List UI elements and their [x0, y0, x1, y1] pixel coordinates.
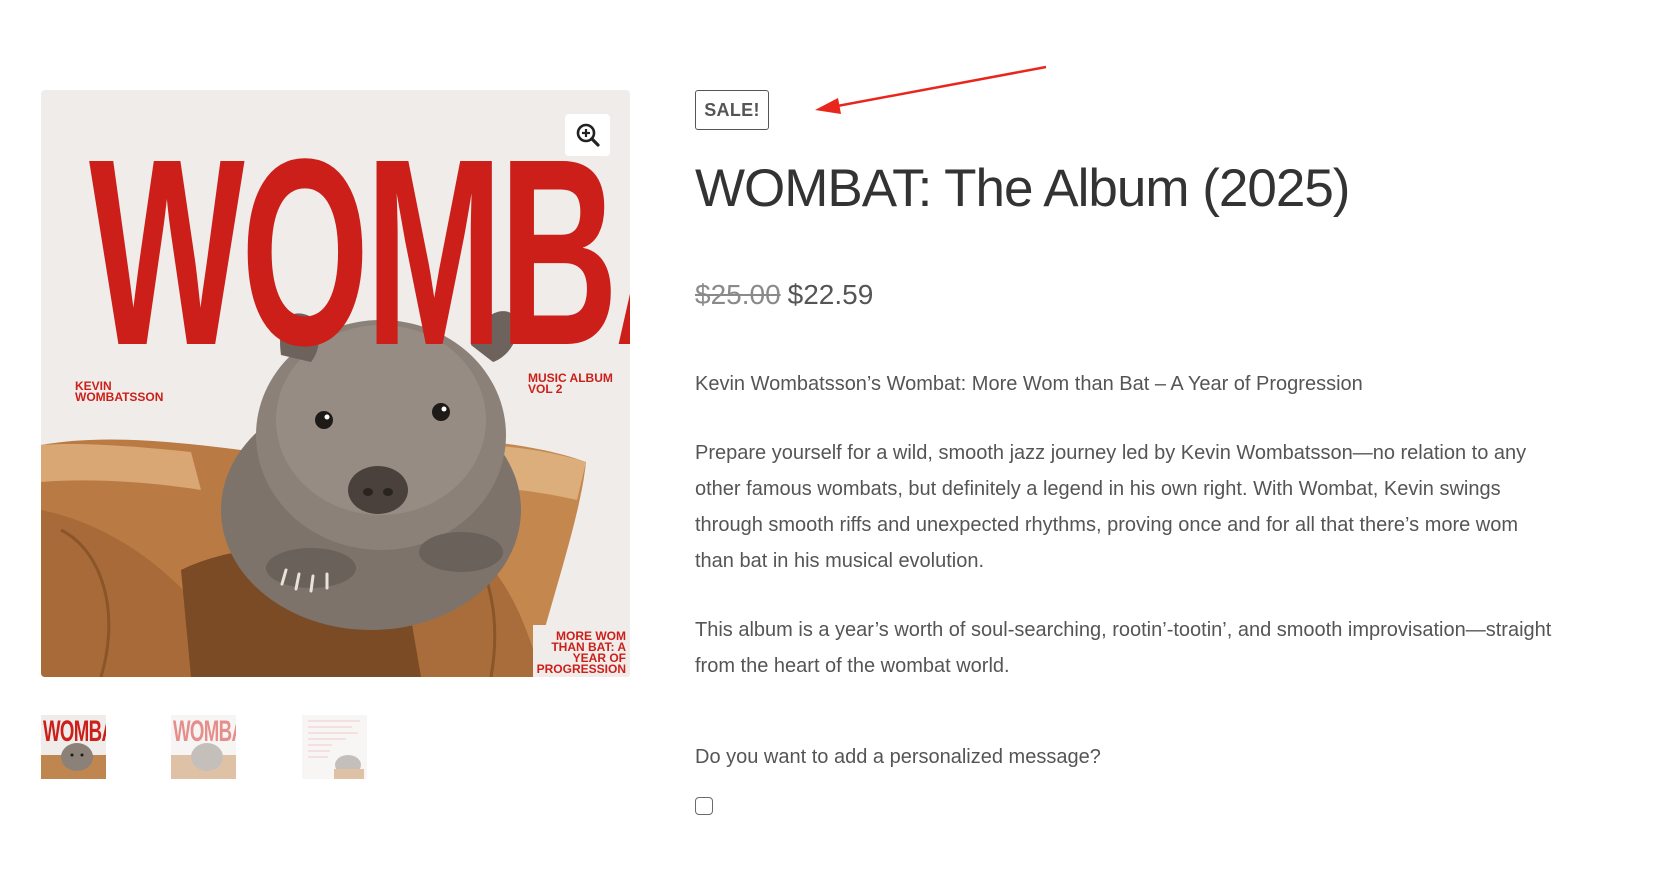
product-title: WOMBAT: The Album (2025) — [695, 159, 1350, 218]
zoom-button[interactable] — [565, 114, 610, 156]
addon-label: Do you want to add a personalized messag… — [695, 746, 1101, 768]
thumbnail-title: WOMBAT — [173, 715, 236, 748]
thumbnail-title: WOMBAT — [43, 715, 106, 748]
cover-title: WOMBAT — [89, 104, 630, 401]
thumbnail-3[interactable] — [302, 715, 367, 779]
description-intro: Kevin Wombatsson’s Wombat: More Wom than… — [695, 373, 1363, 395]
regular-price: $25.00 — [695, 279, 781, 310]
cover-volume: MUSIC ALBUM VOL 2 — [528, 371, 613, 396]
personalized-message-checkbox[interactable] — [695, 797, 713, 815]
description-paragraph-1: Prepare yourself for a wild, smooth jazz… — [695, 442, 1527, 572]
sale-price: $22.59 — [787, 279, 874, 310]
thumbnail-2[interactable]: WOMBAT — [171, 715, 236, 779]
thumbnail-image — [308, 720, 364, 779]
product-main-image[interactable]: WOMBAT KEVIN WOMBATSSON MUSIC ALBUM VOL … — [41, 90, 630, 677]
cover-artist: KEVIN WOMBATSSON — [75, 379, 164, 404]
magnifier-plus-icon — [576, 123, 600, 147]
product-price: $25.00 $22.59 — [695, 277, 873, 313]
thumbnail-1[interactable]: WOMBAT — [41, 715, 106, 779]
cover-subtitle: MORE WOM THAN BAT: A YEAR OF PROGRESSION — [536, 629, 626, 676]
cover-title-wrap: WOMBAT — [65, 110, 630, 388]
sale-badge: SALE! — [695, 90, 769, 130]
description-paragraph-2: This album is a year’s worth of soul-sea… — [695, 619, 1552, 677]
